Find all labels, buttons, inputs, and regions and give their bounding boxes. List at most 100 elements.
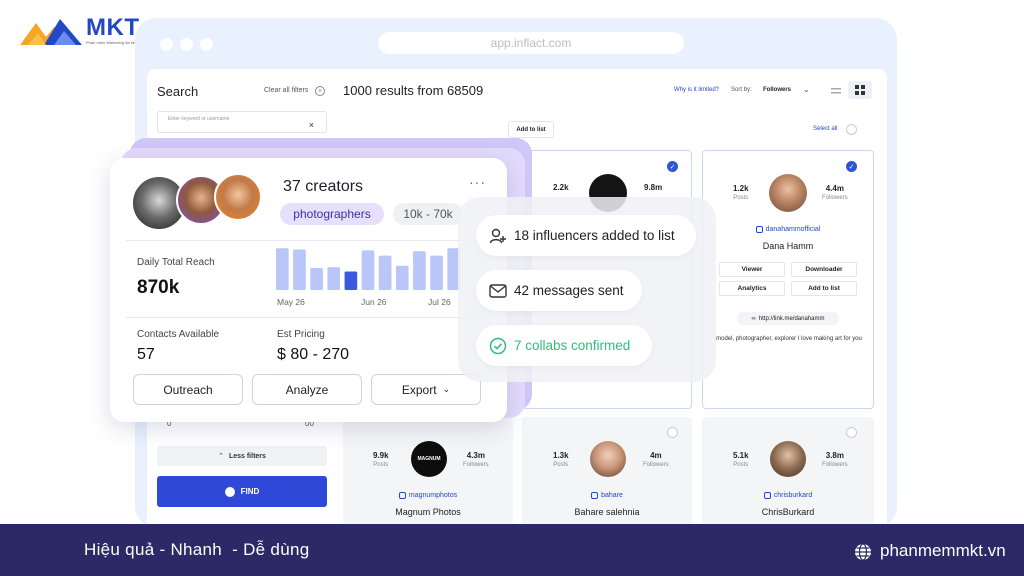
notification-influencers: 18 influencers added to list xyxy=(476,215,696,256)
posts-count: 9.9k xyxy=(373,451,389,460)
creators-card: 37 creators ··· photographers 10k - 70k … xyxy=(110,158,507,422)
person-add-icon xyxy=(488,226,508,246)
notification-messages: 42 messages sent xyxy=(476,270,642,311)
chart-bar xyxy=(310,268,323,290)
export-label: Export xyxy=(401,382,437,397)
clear-input-icon[interactable]: × xyxy=(309,120,314,130)
select-checkbox[interactable] xyxy=(667,427,678,438)
select-all-link[interactable]: Select all xyxy=(813,126,837,132)
posts-stat: 1.2k Posts xyxy=(733,184,749,201)
chart-bar xyxy=(276,248,289,290)
find-button[interactable]: FIND xyxy=(157,476,327,507)
posts-count: 1.2k xyxy=(733,184,749,193)
chart-tick-label: Jun 26 xyxy=(361,297,387,307)
find-icon xyxy=(224,486,235,497)
handle-text: chrisburkard xyxy=(773,492,813,499)
why-limited-link[interactable]: Why is it limited? xyxy=(674,87,719,93)
add-to-list-button[interactable]: Add to list xyxy=(791,281,857,296)
export-button[interactable]: Export ⌄ xyxy=(371,374,481,405)
select-checkbox[interactable] xyxy=(846,427,857,438)
more-options-icon[interactable]: ··· xyxy=(469,174,486,190)
followers-label: Followers xyxy=(643,462,669,468)
reach-label: Daily Total Reach xyxy=(137,257,215,268)
analyze-button[interactable]: Analyze xyxy=(252,374,362,405)
followers-stat: 4m Followers xyxy=(643,451,669,468)
list-view-icon[interactable] xyxy=(830,84,842,96)
followers-label: Followers xyxy=(822,462,848,468)
selected-check-icon[interactable]: ✓ xyxy=(846,161,857,172)
posts-label: Posts xyxy=(733,462,749,468)
followers-stat: 3.8m Followers xyxy=(822,451,848,468)
search-title: Search xyxy=(157,84,199,99)
reach-chart xyxy=(276,248,460,290)
logo-mountains-icon xyxy=(18,15,84,47)
notification-text: 42 messages sent xyxy=(514,283,624,298)
select-all-checkbox[interactable] xyxy=(846,124,857,135)
chart-tick-label: Jul 26 xyxy=(428,297,451,307)
clear-filters-link[interactable]: Clear all filters xyxy=(264,87,308,94)
followers-stat: 4.4m Followers xyxy=(822,184,848,201)
instagram-icon xyxy=(398,492,406,499)
notification-text: 7 collabs confirmed xyxy=(514,338,631,353)
viewer-button[interactable]: Viewer xyxy=(719,262,785,277)
posts-stat: 9.9k Posts xyxy=(373,451,389,468)
divider xyxy=(126,240,491,241)
address-bar[interactable]: app.inflact.com xyxy=(378,32,684,54)
mail-icon xyxy=(488,281,508,301)
contacts-value: 57 xyxy=(137,346,155,363)
outreach-button[interactable]: Outreach xyxy=(133,374,243,405)
instagram-handle[interactable]: danahammofficial xyxy=(702,226,874,233)
posts-count: 2.2k xyxy=(553,183,569,192)
chart-bar xyxy=(361,250,375,290)
pricing-value: $ 80 - 270 xyxy=(277,346,350,363)
notification-text: 18 influencers added to list xyxy=(514,228,675,243)
less-filters-label: Less filters xyxy=(228,452,266,460)
window-dot xyxy=(180,38,193,51)
chevron-down-icon[interactable]: ⌄ xyxy=(803,85,810,94)
analytics-button[interactable]: Analytics xyxy=(719,281,785,296)
sort-label: Sort by: xyxy=(731,87,752,93)
add-to-list-button[interactable]: Add to list xyxy=(508,121,554,138)
followers-stat: 4.3m Followers xyxy=(463,451,489,468)
instagram-handle[interactable]: bahare xyxy=(522,492,692,499)
footer-slogan: Hiệu quả - Nhanh - Dễ dùng xyxy=(84,540,310,559)
globe-icon xyxy=(855,543,871,561)
profile-link[interactable]: ∞ http://link.me/danahamm xyxy=(737,312,839,325)
clear-icon[interactable]: × xyxy=(315,86,325,96)
downloader-button[interactable]: Downloader xyxy=(791,262,857,277)
grid-view-icon[interactable] xyxy=(848,81,872,99)
followers-count: 4.3m xyxy=(466,451,485,460)
posts-count: 1.3k xyxy=(553,451,569,460)
category-tag[interactable]: photographers xyxy=(280,203,384,225)
chart-bar xyxy=(395,265,409,290)
instagram-handle[interactable]: chrisburkard xyxy=(702,492,874,499)
posts-stat: 5.1k Posts xyxy=(733,451,749,468)
profile-name: ChrisBurkard xyxy=(761,507,815,517)
contacts-label: Contacts Available xyxy=(137,329,220,340)
pricing-label: Est Pricing xyxy=(277,329,325,340)
footer-website[interactable]: phanmemmkt.vn xyxy=(880,541,1006,561)
keyword-input[interactable]: Enter keyword or username × xyxy=(157,111,327,133)
instagram-handle[interactable]: magnumphotos xyxy=(343,492,513,499)
chevron-down-icon: ⌄ xyxy=(442,384,451,394)
less-filters-button[interactable]: ⌃ Less filters xyxy=(157,446,327,466)
selected-check-icon[interactable]: ✓ xyxy=(667,161,678,172)
window-dot xyxy=(160,38,173,51)
profile-name: Dana Hamm xyxy=(762,241,814,251)
handle-text: bahare xyxy=(601,492,623,499)
posts-label: Posts xyxy=(553,462,569,468)
link-icon: ∞ xyxy=(751,315,756,322)
avatar xyxy=(590,441,626,477)
brand-tagline: Phần mềm Marketing đa kênh xyxy=(86,40,140,45)
chart-bar xyxy=(430,255,443,290)
chevron-up-icon: ⌃ xyxy=(218,453,224,460)
instagram-icon xyxy=(755,226,763,233)
chart-bar xyxy=(327,267,341,290)
chart-bar xyxy=(293,249,306,290)
chart-bar xyxy=(344,271,358,290)
sort-select[interactable]: Followers xyxy=(763,87,791,93)
followers-label: Followers xyxy=(822,195,848,201)
find-label: FIND xyxy=(240,487,260,496)
range-tag[interactable]: 10k - 70k xyxy=(393,203,463,225)
results-summary: 1000 results from 68509 xyxy=(343,83,484,98)
